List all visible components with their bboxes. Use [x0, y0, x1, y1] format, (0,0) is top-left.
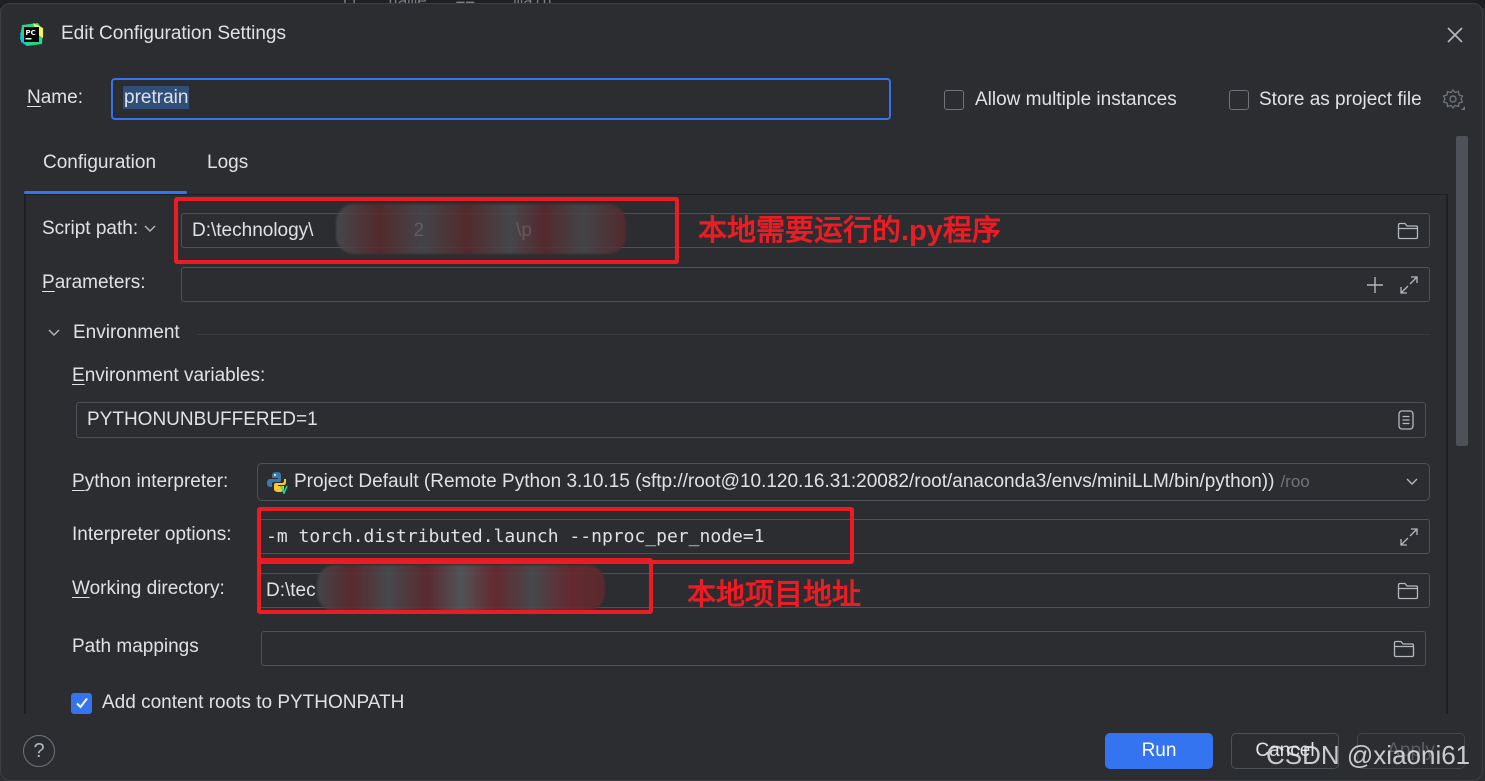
working-directory-mnemonic: W	[72, 578, 90, 599]
watermark: CSDN @xiaoni61	[1266, 740, 1471, 770]
env-vars-label-rest: nvironment variables:	[84, 365, 266, 386]
document-list-icon[interactable]	[1397, 409, 1415, 431]
python-interpreter-dropdown[interactable]: Project Default (Remote Python 3.10.15 (…	[257, 463, 1430, 501]
checkbox-box[interactable]	[71, 692, 92, 714]
annotation-box-script-path	[174, 197, 679, 264]
script-path-label: Script path:	[42, 218, 139, 239]
help-icon: ?	[33, 739, 45, 762]
env-vars-mnemonic: E	[72, 365, 85, 386]
path-mappings-label: Path mappings	[72, 636, 199, 657]
plus-icon[interactable]	[1365, 275, 1385, 295]
scrollbar-thumb[interactable]	[1456, 136, 1468, 446]
name-input-value: pretrain	[123, 86, 190, 109]
store-as-project-file-checkbox[interactable]: Store as project file	[1229, 89, 1422, 111]
dialog-title: Edit Configuration Settings	[61, 23, 286, 44]
store-as-project-file-label: Store as project file	[1259, 89, 1422, 110]
python-icon	[267, 472, 288, 494]
parameters-label-rest: arameters:	[54, 272, 146, 293]
svg-text:PC: PC	[26, 29, 36, 37]
python-interpreter-suffix: /roo	[1280, 472, 1310, 491]
environment-section-label: Environment	[73, 322, 180, 343]
name-input[interactable]: pretrain	[111, 78, 891, 120]
gear-button[interactable]	[1442, 88, 1466, 118]
section-divider	[197, 334, 1430, 335]
tab-configuration[interactable]: Configuration	[43, 152, 156, 174]
folder-icon[interactable]	[1397, 222, 1419, 240]
add-content-roots-label: Add content roots to PYTHONPATH	[102, 692, 405, 713]
chevron-down-icon	[144, 225, 156, 232]
add-content-roots-checkbox[interactable]: Add content roots to PYTHONPATH	[71, 692, 404, 714]
interpreter-options-label: Interpreter options:	[72, 524, 232, 545]
environment-variables-input[interactable]: PYTHONUNBUFFERED=1	[76, 402, 1426, 438]
environment-section-toggle[interactable]: Environment	[47, 322, 180, 344]
python-interpreter-mnemonic: P	[72, 471, 85, 492]
close-button[interactable]	[1442, 22, 1468, 48]
working-directory-label-rest: orking directory:	[89, 578, 225, 599]
annotation-workdir-note: 本地项目地址	[687, 579, 862, 611]
environment-variables-label: Environment variables:	[72, 365, 265, 387]
close-icon	[1447, 27, 1463, 43]
checkbox-box[interactable]	[1229, 90, 1249, 110]
name-label-rest: ame:	[40, 87, 83, 108]
expand-icon[interactable]	[1399, 275, 1419, 295]
chevron-down-icon[interactable]	[1405, 477, 1419, 487]
allow-multiple-instances-label: Allow multiple instances	[975, 89, 1177, 110]
parameters-input[interactable]	[181, 267, 1430, 302]
working-directory-label: Working directory:	[72, 578, 225, 600]
annotation-script-note: 本地需要运行的.py程序	[698, 215, 1001, 247]
checkbox-box[interactable]	[944, 90, 964, 110]
name-label: Name:	[27, 87, 83, 109]
annotation-box-working-directory	[257, 558, 653, 614]
parameters-label: Parameters:	[42, 272, 146, 294]
folder-icon[interactable]	[1397, 582, 1419, 600]
python-interpreter-label-rest: ython interpreter:	[84, 471, 229, 492]
pycharm-icon: PC	[19, 22, 44, 47]
python-interpreter-value: Project Default (Remote Python 3.10.15 (…	[294, 471, 1275, 492]
checkmark-icon	[75, 697, 88, 709]
help-button[interactable]: ?	[23, 735, 55, 767]
tab-logs[interactable]: Logs	[207, 152, 248, 174]
python-interpreter-label: Python interpreter:	[72, 471, 228, 493]
allow-multiple-instances-checkbox[interactable]: Allow multiple instances	[944, 89, 1177, 111]
chevron-down-icon	[48, 329, 60, 336]
folder-icon[interactable]	[1393, 640, 1415, 658]
annotation-box-interpreter-options	[257, 507, 854, 564]
gear-icon	[1442, 88, 1465, 110]
expand-icon[interactable]	[1399, 527, 1419, 547]
path-mappings-input[interactable]	[261, 631, 1426, 666]
parameters-mnemonic: P	[42, 272, 55, 293]
name-label-mnemonic: N	[27, 87, 41, 108]
script-path-selector[interactable]: Script path:	[42, 218, 156, 240]
environment-variables-value: PYTHONUNBUFFERED=1	[87, 409, 318, 430]
run-button[interactable]: Run	[1105, 733, 1213, 769]
edit-configuration-dialog: PC Edit Configuration Settings Name: pre…	[0, 3, 1483, 781]
